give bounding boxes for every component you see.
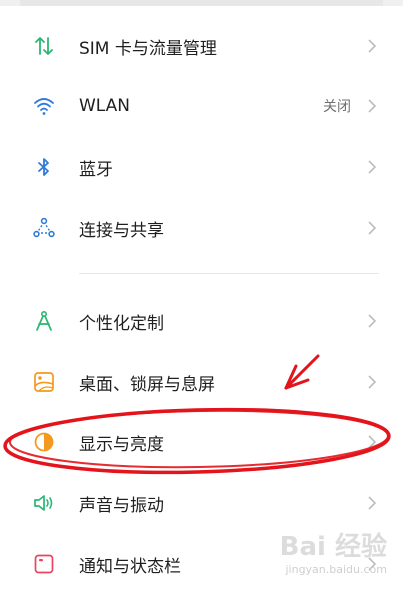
wlan-status: 关闭 — [323, 99, 351, 115]
settings-item-label: 蓝牙 — [79, 159, 113, 180]
top-edge — [0, 0, 403, 6]
settings-item-connection-share[interactable]: 连接与共享 — [0, 198, 403, 258]
settings-item-personalize[interactable]: 个性化定制 — [0, 291, 403, 351]
chevron-right-icon — [368, 314, 377, 328]
bluetooth-icon — [32, 155, 56, 179]
chevron-right-icon — [368, 375, 377, 389]
settings-item-label: 显示与亮度 — [79, 434, 164, 455]
settings-item-label: 桌面、锁屏与息屏 — [79, 374, 215, 395]
connection-share-icon — [32, 216, 56, 240]
settings-item-sim[interactable]: SIM 卡与流量管理 — [0, 16, 403, 76]
section-divider — [79, 273, 379, 274]
settings-item-bluetooth[interactable]: 蓝牙 — [0, 137, 403, 197]
chevron-right-icon — [368, 435, 377, 449]
notification-icon — [32, 552, 56, 576]
settings-item-label: WLAN — [79, 96, 131, 116]
display-brightness-icon — [32, 430, 56, 454]
sound-icon — [32, 491, 56, 515]
watermark-url: jingyan.baidu.com — [285, 563, 387, 576]
chevron-right-icon — [368, 39, 377, 53]
settings-item-label: 个性化定制 — [79, 313, 164, 334]
settings-item-label: 通知与状态栏 — [79, 556, 181, 577]
chevron-right-icon — [368, 221, 377, 235]
watermark-text: Bai 经验 — [279, 532, 387, 562]
settings-item-wallpaper[interactable]: 桌面、锁屏与息屏 — [0, 352, 403, 412]
settings-item-label: 连接与共享 — [79, 220, 164, 241]
personalize-icon — [32, 309, 56, 333]
wallpaper-icon — [32, 370, 56, 394]
settings-item-display-brightness[interactable]: 显示与亮度 — [0, 412, 403, 472]
sim-data-icon — [32, 34, 56, 58]
watermark: Bai 经验 jingyan.baidu.com — [280, 526, 387, 576]
chevron-right-icon — [368, 99, 377, 113]
chevron-right-icon — [368, 496, 377, 510]
wifi-icon — [32, 94, 56, 118]
settings-item-label: 声音与振动 — [79, 495, 164, 516]
settings-item-wlan[interactable]: WLAN 关闭 — [0, 76, 403, 136]
settings-item-sound[interactable]: 声音与振动 — [0, 473, 403, 533]
chevron-right-icon — [368, 160, 377, 174]
settings-item-label: SIM 卡与流量管理 — [79, 38, 217, 59]
